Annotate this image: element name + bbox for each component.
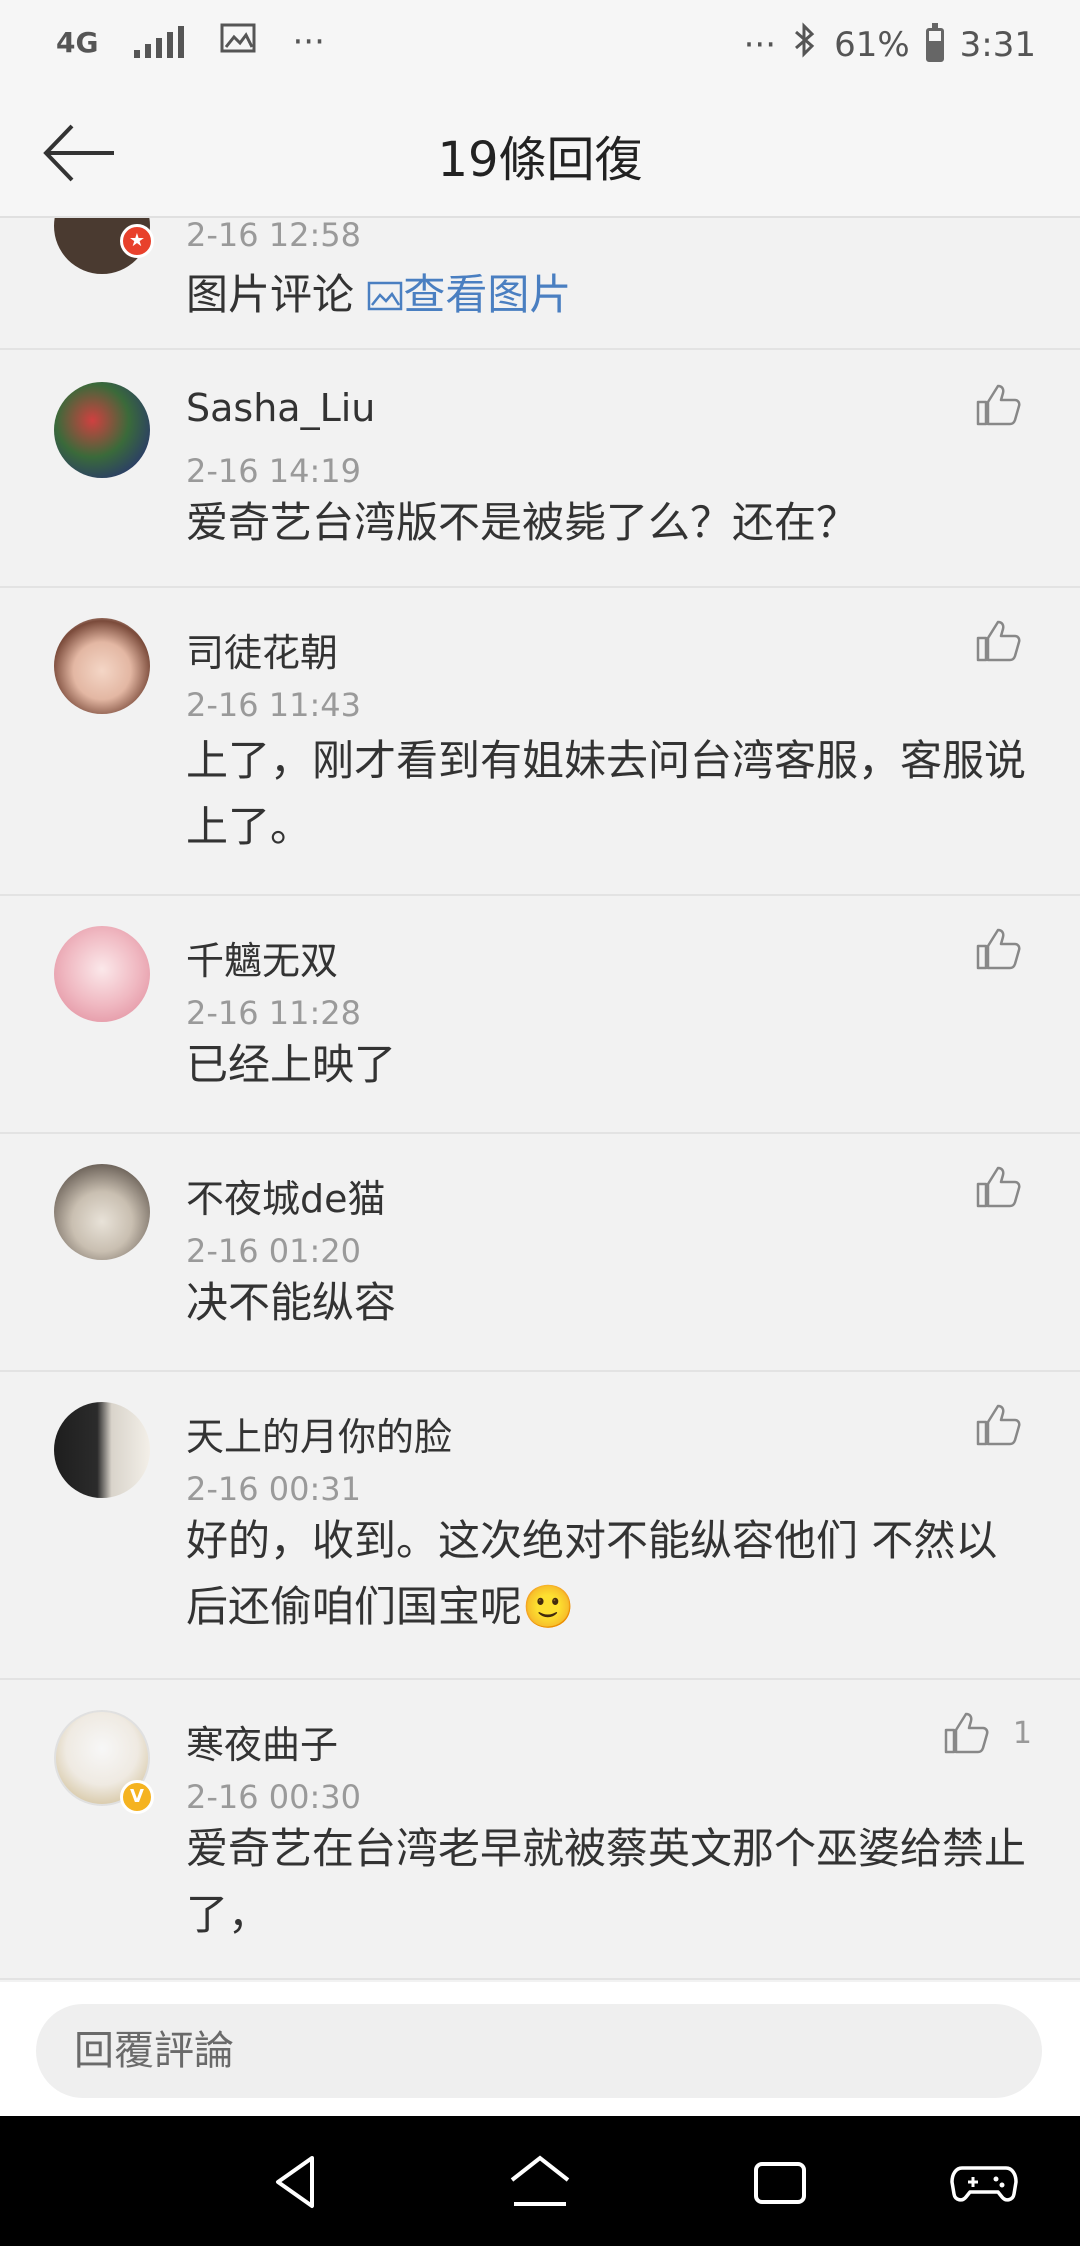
comment-item: 千魑无双 2-16 11:28 已经上映了	[0, 896, 1080, 1134]
like-button[interactable]	[974, 924, 1022, 972]
network-indicator: 4G	[56, 25, 99, 59]
comment-text: 上了，刚才看到有姐妹去问台湾客服，客服说上了。	[186, 736, 1027, 851]
more-dots-left: ···	[292, 22, 325, 62]
comment-time: 2-16 11:28	[186, 994, 362, 1032]
view-image-label: 查看图片	[403, 270, 572, 319]
clock: 3:31	[959, 24, 1036, 65]
comment-author[interactable]: 不夜城de猫	[186, 1168, 386, 1223]
comment-text: 爱奇艺在台湾老早就被蔡英文那个巫婆给禁止了，	[186, 1824, 1027, 1939]
reply-bar	[0, 1982, 1080, 2116]
thumbs-up-icon	[976, 384, 1021, 426]
comment-time: 2-16 14:19	[186, 452, 362, 490]
nav-game-button[interactable]	[948, 2146, 1020, 2218]
like-button[interactable]	[974, 380, 1022, 428]
image-icon	[368, 281, 403, 311]
like-button[interactable]	[974, 616, 1022, 664]
like-button[interactable]	[942, 1708, 990, 1756]
battery-percent: 61%	[834, 24, 910, 65]
like-count: 1	[1012, 1716, 1032, 1751]
triangle-back-icon	[276, 2156, 314, 2208]
nav-home-button[interactable]	[504, 2146, 576, 2218]
nav-recents-button[interactable]	[744, 2146, 816, 2218]
comment-time: 2-16 00:31	[186, 1470, 362, 1508]
comment-text: 图片评论 查看图片	[186, 262, 1030, 328]
comment-text: 已经上映了	[186, 1040, 397, 1089]
more-dots-right: ···	[743, 24, 777, 65]
comment-item: V 寒夜曲子 1 2-16 00:30 爱奇艺在台湾老早就被蔡英文那个巫婆给禁止…	[0, 1680, 1080, 1980]
comment-time: 2-16 01:20	[186, 1232, 362, 1270]
avatar[interactable]	[54, 618, 150, 714]
gallery-icon	[220, 22, 256, 62]
comment-time: 2-16 00:30	[186, 1778, 362, 1816]
comment-author[interactable]: 千魑无双	[186, 930, 338, 985]
thumbs-up-icon	[976, 1404, 1021, 1446]
system-nav-bar	[0, 2116, 1080, 2246]
avatar[interactable]	[54, 926, 150, 1022]
reply-input[interactable]	[36, 2004, 1042, 2098]
verified-badge: V	[120, 1780, 154, 1814]
thumbs-up-icon	[976, 620, 1021, 662]
comment-item: 天上的月你的脸 2-16 00:31 好的，收到。这次绝对不能纵容他们 不然以后…	[0, 1372, 1080, 1680]
red-star-badge: ★	[120, 224, 154, 258]
signal-icon	[134, 26, 185, 58]
comment-author[interactable]: 司徒花朝	[186, 622, 338, 677]
comment-author[interactable]: 寒夜曲子	[186, 1714, 338, 1769]
comment-text: 爱奇艺台湾版不是被毙了么？还在？	[186, 498, 859, 547]
comment-item: ★ 2-16 12:58 图片评论 查看图片	[0, 218, 1080, 350]
view-image-link[interactable]: 查看图片	[367, 270, 571, 319]
nav-back-button[interactable]	[264, 2146, 336, 2218]
like-button[interactable]	[974, 1162, 1022, 1210]
comment-text: 好的，收到。这次绝对不能纵容他们 不然以后还偷咱们国宝呢🙂	[186, 1516, 998, 1631]
comment-author[interactable]: 天上的月你的脸	[186, 1406, 452, 1461]
like-button[interactable]	[974, 1400, 1022, 1448]
comment-text-prefix: 图片评论	[186, 270, 355, 319]
avatar[interactable]	[54, 1164, 150, 1260]
comment-item: 不夜城de猫 2-16 01:20 决不能纵容	[0, 1134, 1080, 1372]
home-icon	[510, 2155, 570, 2206]
app-header: 19條回復	[0, 90, 1080, 218]
thumbs-up-icon	[976, 1166, 1021, 1208]
recents-icon	[754, 2162, 806, 2204]
status-bar: 4G ··· ··· 61% 3:31	[0, 0, 1080, 90]
comment-time: 2-16 12:58	[186, 218, 362, 254]
comment-author[interactable]: Sasha_Liu	[186, 386, 375, 430]
comment-item: 司徒花朝 2-16 11:43 上了，刚才看到有姐妹去问台湾客服，客服说上了。	[0, 588, 1080, 896]
bluetooth-icon	[792, 22, 818, 67]
battery-icon	[925, 22, 944, 62]
avatar[interactable]	[54, 1402, 150, 1498]
thumbs-up-icon	[976, 928, 1021, 970]
comment-item: Sasha_Liu 2-16 14:19 爱奇艺台湾版不是被毙了么？还在？	[0, 350, 1080, 588]
comment-time: 2-16 11:43	[186, 686, 362, 724]
page-title: 19條回復	[437, 132, 643, 188]
comment-text: 决不能纵容	[186, 1278, 397, 1327]
thumbs-up-icon	[944, 1712, 989, 1754]
avatar[interactable]	[54, 382, 150, 478]
gamepad-icon	[950, 2166, 1018, 2202]
comment-list[interactable]: ★ 2-16 12:58 图片评论 查看图片 Sasha_Liu 2-16 14…	[0, 218, 1080, 1980]
